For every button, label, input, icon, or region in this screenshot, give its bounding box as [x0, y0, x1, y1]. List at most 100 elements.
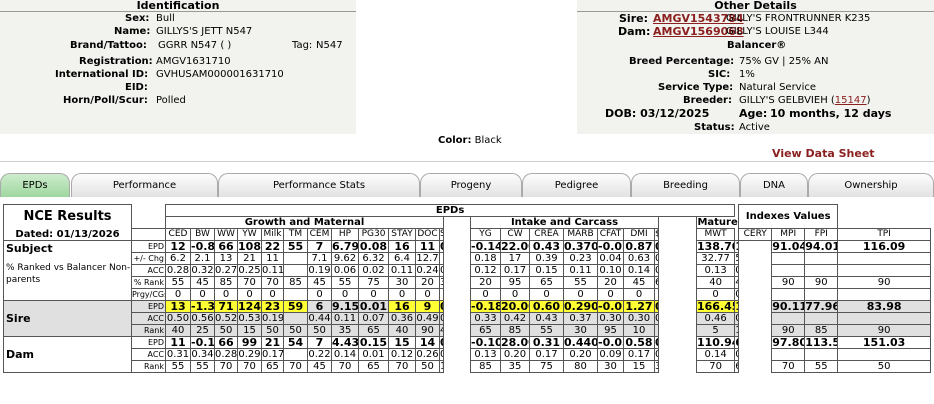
col-header-bw: BW [190, 228, 215, 241]
value-yg: 20 [470, 276, 501, 289]
value-bw: -0.8 [190, 240, 215, 253]
breed-name: Balancer® [727, 40, 787, 51]
value-fpi: 55 [804, 360, 839, 373]
tab-performance-stats[interactable]: Performance Stats [218, 173, 420, 197]
value-crea: 0 [529, 288, 564, 301]
value-yg: 0 [470, 288, 501, 301]
value-milk: 21 [261, 336, 284, 349]
breeder-value: GILLY'S GELBVIEH (15147) [739, 94, 871, 107]
value-sc: 30 [439, 276, 444, 289]
tab-pedigree[interactable]: Pedigree [522, 173, 631, 197]
value-sc: 0.70 [439, 300, 444, 313]
value-marb: 0.370 [563, 240, 598, 253]
view-data-sheet-link[interactable]: View Data Sheet [772, 147, 875, 160]
value-stay: 0.12 [388, 348, 416, 361]
value-cery: 63.31 [734, 336, 740, 349]
value-ced: 12 [165, 240, 191, 253]
value-pg30: 65 [358, 360, 389, 373]
value-dmi: 0.87 [623, 240, 655, 253]
value-mpi: 91.04 [771, 240, 806, 253]
value-fpi [804, 252, 839, 265]
row-label: EPD [131, 240, 166, 253]
value-mpi: 90 [771, 276, 806, 289]
value-dmi: 0.14 [623, 264, 655, 277]
column-gap [738, 336, 772, 349]
value-dmi: 1.27 [623, 300, 655, 313]
breed-percentage-value: 75% GV | 25% AN [739, 56, 829, 67]
value-crea: 0.17 [529, 348, 564, 361]
breeder-close: ) [866, 95, 871, 106]
value-tm: 70 [283, 360, 308, 373]
subject-row: Prgy/CGs000000000000000000 [4, 288, 931, 301]
value-fpi: 90 [804, 276, 839, 289]
value-stay: 70 [388, 360, 416, 373]
tab-dna[interactable]: DNA [740, 173, 808, 197]
value-cw: 0.20 [500, 348, 530, 361]
color-info: Color: Black [438, 134, 502, 147]
value-bw: 2.1 [190, 252, 215, 265]
column-gap [443, 240, 471, 253]
value-hp: 0 [331, 288, 359, 301]
value-tpi [837, 348, 931, 361]
ranked-vs-label: % Ranked vs Balancer Non-parents [6, 263, 131, 285]
value-cery: 0.08 [734, 348, 740, 361]
value-stay: 16 [388, 300, 416, 313]
subject-row: ACC 0.28 0.32 0.27 0.25 0.11 0.19 0.06 0.02 0.11 0… [4, 264, 931, 277]
value-cery: 121.46 [734, 240, 740, 253]
value-cery: 10 [734, 324, 740, 337]
value-cfat: 95 [597, 324, 624, 337]
subject-row: +/- Chg 6.2 2.1 13 21 11 7.1 9.62 6.32 6.4 12.7 0.1… [4, 252, 931, 265]
value-cw: 17 [500, 252, 530, 265]
value-ced: 40 [165, 324, 191, 337]
column-gap [738, 276, 772, 289]
value-sc: 0.11 [439, 348, 444, 361]
value-bw: 0 [190, 288, 215, 301]
value-cem: 6 [307, 300, 332, 313]
value-hp: 0.11 [331, 312, 359, 325]
value-pg30: 75 [358, 276, 389, 289]
breed-percentage-label: Breed Percentage: [629, 56, 735, 67]
sex-label: Sex: [125, 13, 150, 24]
value-mwt: 110.94 [695, 336, 736, 349]
value-tm: 54 [283, 336, 308, 349]
column-gap [443, 288, 471, 301]
value-bw: 25 [190, 324, 215, 337]
sic-label: SIC: [708, 69, 731, 80]
tab-performance[interactable]: Performance [71, 173, 218, 197]
value-fpi [804, 288, 839, 301]
tab-ownership[interactable]: Ownership [808, 173, 934, 197]
value-milk: 23 [261, 300, 284, 313]
value-ced: 0.31 [165, 348, 191, 361]
value-cw: 22.00 [500, 240, 530, 253]
value-mpi [771, 312, 806, 325]
value-mpi: 90 [771, 324, 806, 337]
column-gap [658, 348, 697, 361]
value-stay: 0.11 [388, 264, 416, 277]
value-yg: 0.18 [470, 252, 501, 265]
value-cw: 28.00 [500, 336, 530, 349]
value-ww: 0 [214, 288, 238, 301]
value-pg30: 0.01 [358, 300, 389, 313]
row-label: +/- Chg [131, 252, 166, 265]
col-header-cfat: CFAT [597, 228, 624, 241]
subject-label: Subject [6, 242, 53, 255]
tab-epds[interactable]: EPDs [0, 173, 70, 197]
value-cem: 0.22 [307, 348, 332, 361]
column-gap [658, 336, 697, 349]
value-ced: 0.50 [165, 312, 191, 325]
value-doc: 11 [415, 240, 440, 253]
value-cfat: 0.09 [597, 348, 624, 361]
value-hp: 9.62 [331, 252, 359, 265]
indexes-header: Indexes Values [738, 204, 839, 229]
column-gap [658, 288, 697, 301]
breeder-id-link[interactable]: 15147 [835, 95, 867, 106]
tab-progeny[interactable]: Progeny [420, 173, 522, 197]
value-stay: 40 [388, 324, 416, 337]
value-cfat: -0.030 [597, 336, 624, 349]
eid-label: EID: [125, 82, 148, 93]
value-bw: -1.3 [190, 300, 215, 313]
dam-row-label: Dam [3, 336, 132, 373]
tab-breeding[interactable]: Breeding [631, 173, 740, 197]
row-label: EPD [131, 300, 166, 313]
column-gap [443, 216, 471, 229]
